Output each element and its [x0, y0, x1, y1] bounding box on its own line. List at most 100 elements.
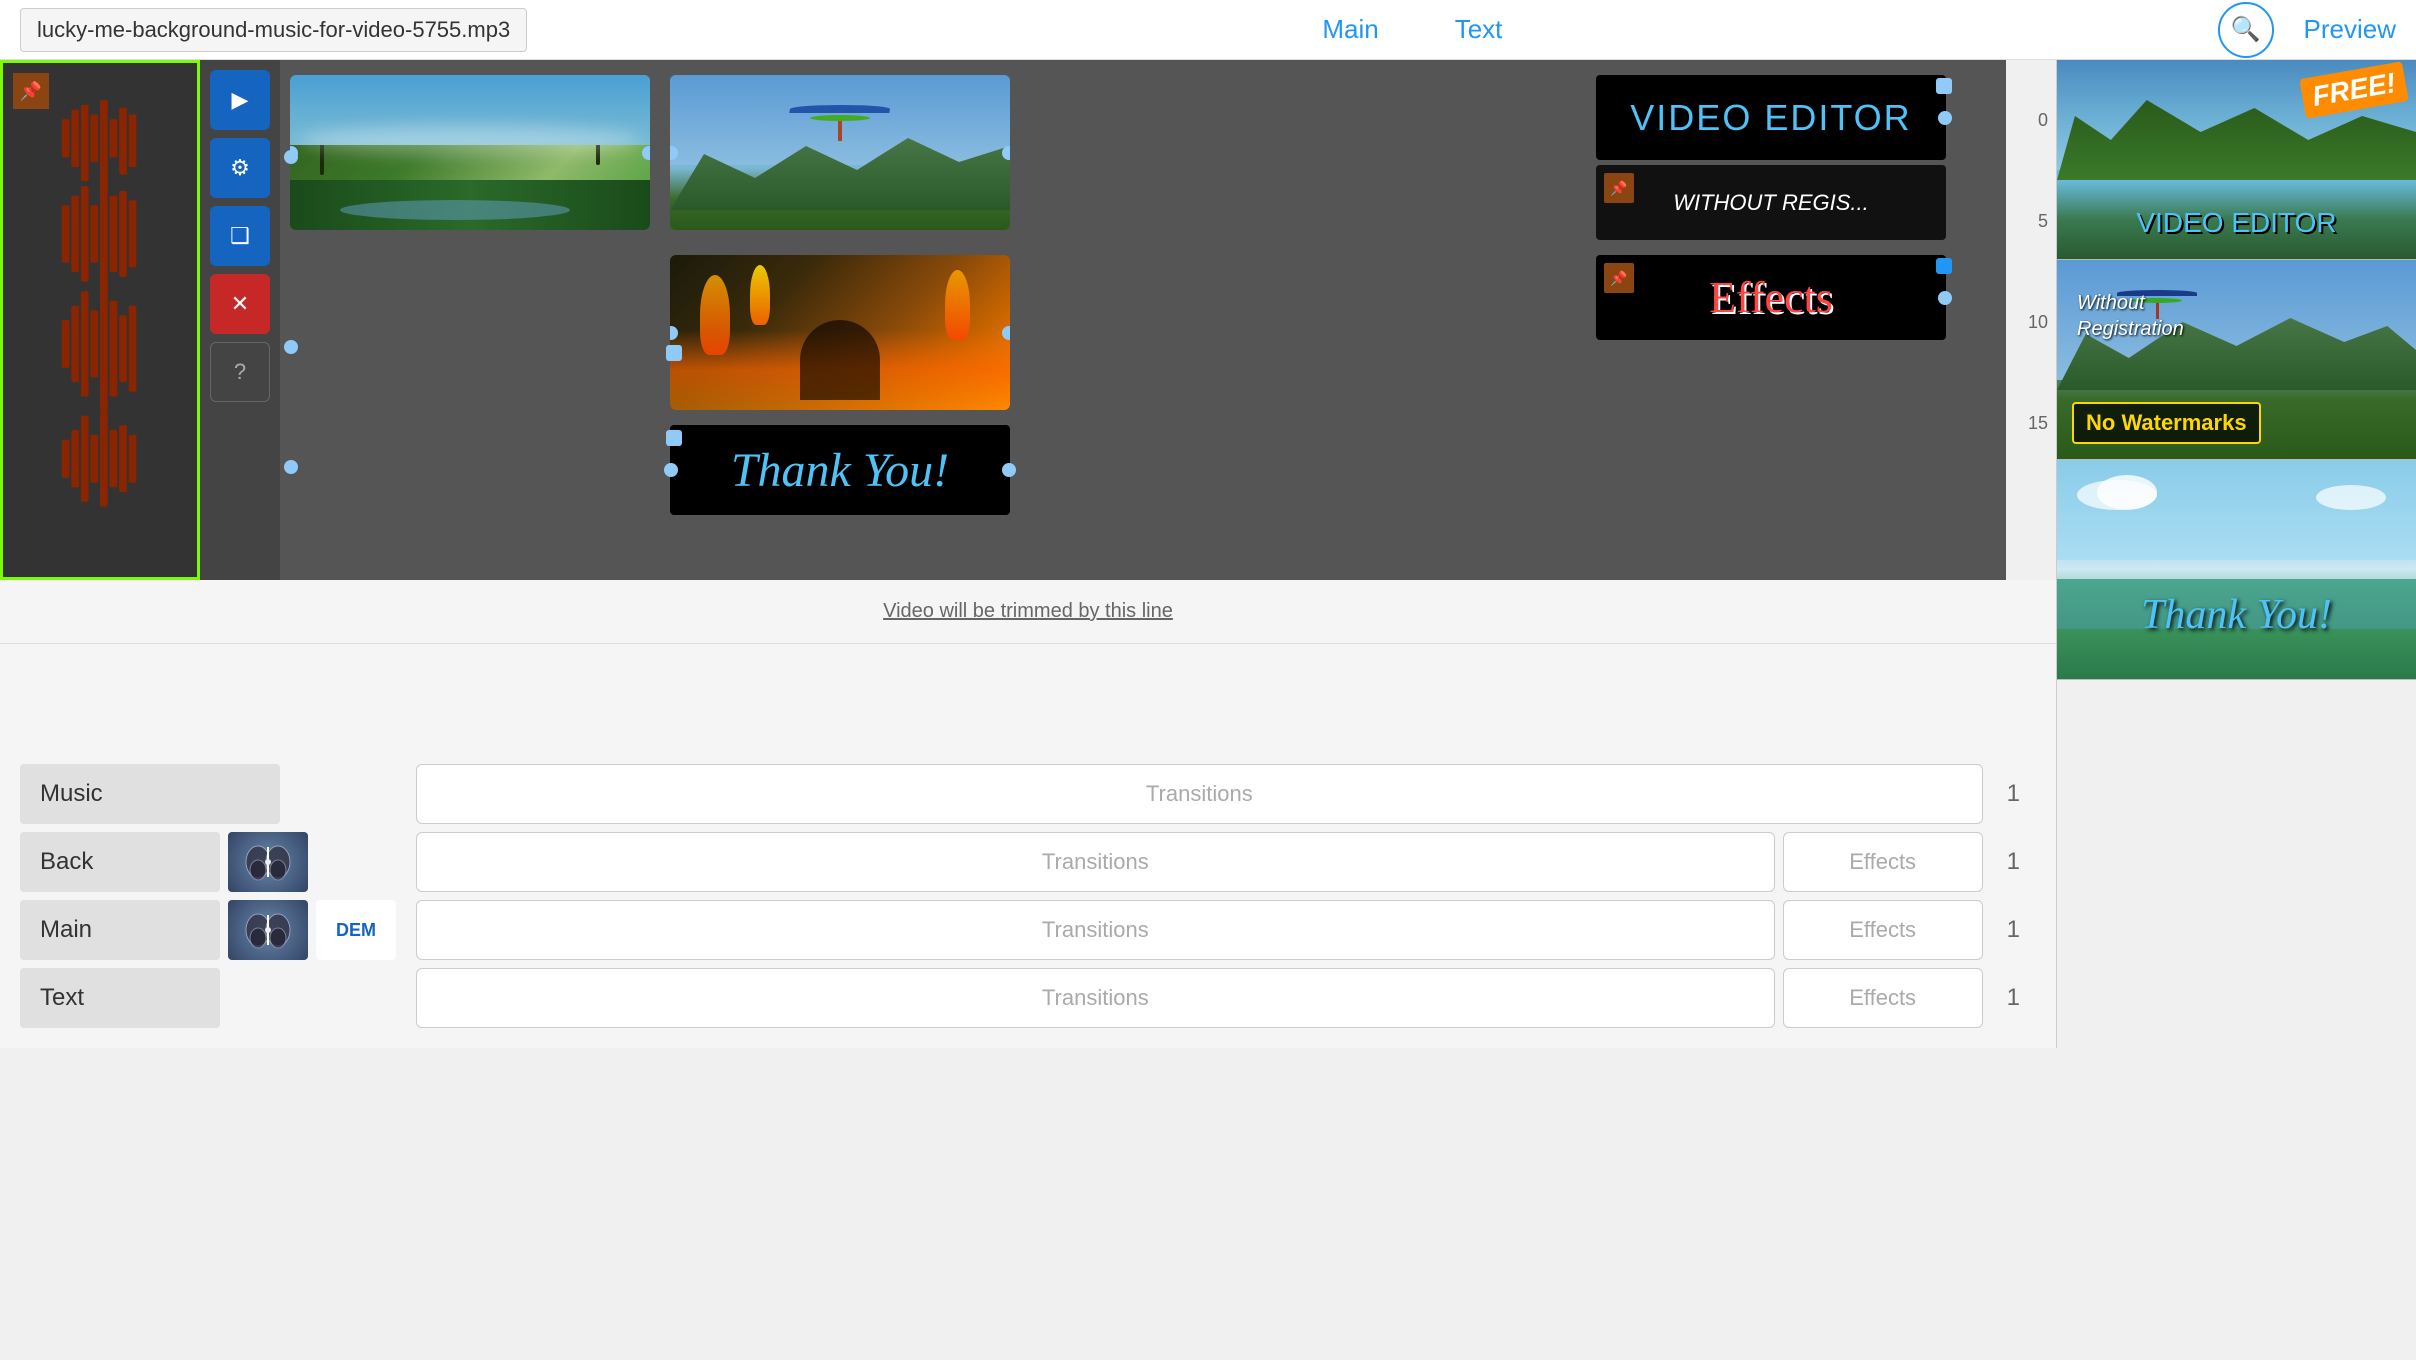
trim-notice: Video will be trimmed by this line: [0, 580, 2056, 644]
preview-video-editor-label: VIDEO EDITOR: [2136, 207, 2336, 239]
play-button[interactable]: ▶: [210, 70, 270, 130]
center-controls: Transitions 1 Transitions Effects 1: [416, 764, 2036, 1028]
row3-left-handle[interactable]: [284, 460, 298, 474]
butterfly-icon-1: [243, 842, 293, 882]
track1-right-marker[interactable]: [1936, 78, 1952, 94]
audio-panel: 📌: [0, 60, 200, 580]
butterfly-icon-2: [243, 910, 293, 950]
editor-area: 📌: [0, 60, 2056, 580]
timeline-number-15: 15: [2028, 413, 2048, 434]
transition-row-2: Transitions Effects 1: [416, 832, 2036, 892]
effects-btn-1[interactable]: Effects: [1783, 832, 1983, 892]
controls-panel: ▶ ⚙ ❑ ✕ ?: [200, 60, 280, 580]
copy-button[interactable]: ❑: [210, 206, 270, 266]
transitions-btn-1[interactable]: Transitions: [416, 764, 1983, 824]
preview-without-regis-label: WithoutRegistration: [2077, 290, 2184, 342]
transition-row-3: Transitions Effects 1: [416, 900, 2036, 960]
thankyou-handle-right[interactable]: [1002, 463, 1016, 477]
dem-thumb: DEM: [316, 900, 396, 960]
clip-handle-right[interactable]: [642, 146, 650, 160]
filename-display: lucky-me-background-music-for-video-5755…: [20, 8, 527, 52]
track-area: VIDEO EDITOR 📌 WITHOUT REGIS...: [280, 60, 2006, 580]
video-editor-label: VIDEO EDITOR: [1630, 97, 1911, 139]
help-button[interactable]: ?: [210, 342, 270, 402]
transitions-label-2: Transitions: [1042, 849, 1149, 874]
transitions-btn-2[interactable]: Transitions: [416, 832, 1775, 892]
search-button[interactable]: 🔍: [2218, 2, 2274, 58]
help-icon: ?: [234, 359, 246, 385]
transition-row-4: Transitions Effects 1: [416, 968, 2036, 1028]
effects-clip-handle[interactable]: [1938, 291, 1952, 305]
track3-left-marker2[interactable]: [666, 430, 682, 446]
video-clip-fire[interactable]: [670, 255, 1010, 410]
video-clip-landscape[interactable]: [290, 75, 650, 230]
copy-icon: ❑: [230, 223, 250, 249]
transitions-label-4: Transitions: [1042, 985, 1149, 1010]
left-buttons: Music Back Ma: [20, 764, 396, 1028]
preview-panel: FREE! VIDEO EDITOR WithoutRegistration N…: [2056, 60, 2416, 1048]
preview-thank-you-label: Thank You!: [2141, 591, 2332, 639]
tab-main[interactable]: Main: [1314, 10, 1386, 49]
text-button[interactable]: Text: [20, 968, 220, 1028]
back-row: Back: [20, 832, 396, 892]
effects-label-3: Effects: [1849, 985, 1916, 1010]
no-watermarks-badge: No Watermarks: [2072, 402, 2261, 444]
row2-left-handle[interactable]: [284, 340, 298, 354]
preview-item-1[interactable]: FREE! VIDEO EDITOR: [2057, 60, 2416, 260]
timeline-number-0: 0: [2038, 110, 2048, 131]
transitions-btn-3[interactable]: Transitions: [416, 900, 1775, 960]
track3-left-marker[interactable]: [666, 345, 682, 361]
preview-item-2[interactable]: WithoutRegistration No Watermarks: [2057, 260, 2416, 460]
transition-row-1: Transitions 1: [416, 764, 2036, 824]
tab-text[interactable]: Text: [1447, 10, 1511, 49]
butterfly-thumb-2: [228, 900, 308, 960]
header-tabs: Main Text: [607, 10, 2217, 49]
main-content: 📌: [0, 60, 2416, 1048]
main-button[interactable]: Main: [20, 900, 220, 960]
number-badge-3: 1: [1991, 908, 2036, 952]
effects-pin-icon: 📌: [1604, 263, 1634, 293]
settings-button[interactable]: ⚙: [210, 138, 270, 198]
effects-label: Effects: [1709, 272, 1833, 323]
effects-label-2: Effects: [1849, 917, 1916, 942]
timeline-number-10: 10: [2028, 312, 2048, 333]
bottom-section: Music Back Ma: [0, 744, 2056, 1048]
thank-you-label: Thank You!: [731, 443, 949, 498]
without-regis-label: WITHOUT REGIS...: [1673, 190, 1869, 216]
header: lucky-me-background-music-for-video-5755…: [0, 0, 2416, 60]
music-button[interactable]: Music: [20, 764, 280, 824]
thankyou-handle-left[interactable]: [664, 463, 678, 477]
track2-right-marker[interactable]: [1936, 258, 1952, 274]
row1-left-handle[interactable]: [284, 150, 298, 164]
text-clip1-handle[interactable]: [1938, 111, 1952, 125]
text-clip-effects[interactable]: 📌 Effects: [1596, 255, 1946, 340]
main-row: Main DEM: [20, 900, 396, 960]
timeline-number-5: 5: [2038, 211, 2048, 232]
number-badge-1: 1: [1991, 772, 2036, 816]
transitions-label-3: Transitions: [1042, 917, 1149, 942]
text-clip-video-editor[interactable]: VIDEO EDITOR: [1596, 75, 1946, 160]
search-icon: 🔍: [2231, 15, 2261, 44]
clip-hangglider-handle-right[interactable]: [1002, 146, 1010, 160]
timeline-numbers: 0 5 10 15: [2006, 60, 2056, 580]
effects-label-1: Effects: [1849, 849, 1916, 874]
video-clip-hangglider[interactable]: [670, 75, 1010, 230]
tab-preview[interactable]: Preview: [2304, 14, 2396, 45]
preview-item-3[interactable]: Thank You!: [2057, 460, 2416, 680]
back-button[interactable]: Back: [20, 832, 220, 892]
delete-button[interactable]: ✕: [210, 274, 270, 334]
delete-icon: ✕: [231, 291, 249, 317]
waveform-display: [55, 100, 145, 540]
text-clip-without-regis[interactable]: 📌 WITHOUT REGIS...: [1596, 165, 1946, 240]
text-clip-thank-you[interactable]: Thank You!: [670, 425, 1010, 515]
effects-btn-3[interactable]: Effects: [1783, 968, 1983, 1028]
transitions-btn-4[interactable]: Transitions: [416, 968, 1775, 1028]
fire-clip-handle-right[interactable]: [1002, 326, 1010, 340]
audio-pin-icon[interactable]: 📌: [13, 73, 49, 109]
transitions-label-1: Transitions: [1146, 781, 1253, 806]
text-clip-pin: 📌: [1604, 173, 1634, 203]
number-badge-4: 1: [1991, 976, 2036, 1020]
effects-btn-2[interactable]: Effects: [1783, 900, 1983, 960]
butterfly-thumb-1: [228, 832, 308, 892]
editor-left: 📌: [0, 60, 2056, 1048]
